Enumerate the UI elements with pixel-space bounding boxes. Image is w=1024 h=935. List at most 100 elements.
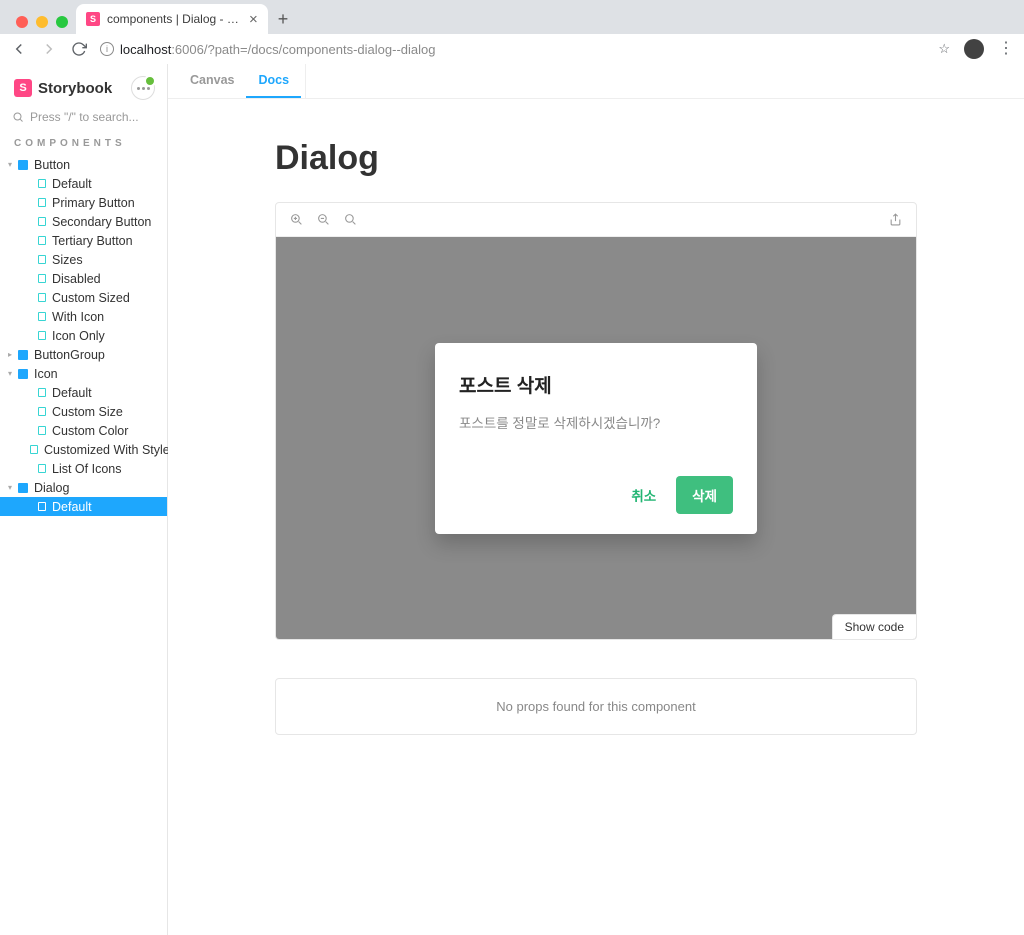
story-icon — [38, 464, 46, 473]
doc-scroll[interactable]: Dialog 포스트 삭제 포스트를 정말로 삭제하시겠습니까? — [168, 99, 1024, 935]
expand-icon: ▾ — [8, 369, 16, 378]
story-icon — [38, 236, 46, 245]
sidebar-item-icon-only[interactable]: Icon Only — [0, 326, 167, 345]
site-info-icon[interactable]: i — [100, 42, 114, 56]
search-input[interactable]: Press "/" to search... — [12, 110, 155, 124]
url-field[interactable]: i localhost:6006/?path=/docs/components-… — [100, 42, 926, 57]
brand-name: Storybook — [38, 80, 112, 97]
sidebar-item-dialog[interactable]: ▾ Dialog — [0, 478, 167, 497]
url-host: localhost — [120, 42, 171, 57]
sidebar-item-label: Button — [34, 158, 70, 172]
open-external-icon[interactable] — [889, 213, 902, 226]
search-icon — [12, 111, 24, 123]
doc-content: Dialog 포스트 삭제 포스트를 정말로 삭제하시겠습니까? — [275, 139, 917, 735]
sidebar: S Storybook Press "/" to search... COMPO… — [0, 64, 168, 935]
dialog-actions: 취소 삭제 — [459, 476, 733, 514]
sidebar-item-label: Icon — [34, 367, 58, 381]
close-window-button[interactable] — [16, 16, 28, 28]
component-icon — [18, 350, 28, 360]
reload-button[interactable] — [70, 40, 88, 58]
back-button[interactable] — [10, 40, 28, 58]
tabs-divider — [305, 64, 306, 98]
sidebar-item-label: Icon Only — [52, 329, 105, 343]
close-tab-icon[interactable]: × — [249, 12, 258, 27]
brand-logo[interactable]: S Storybook — [14, 79, 112, 97]
sidebar-header: S Storybook — [0, 76, 167, 110]
sidebar-item-custom-color[interactable]: Custom Color — [0, 421, 167, 440]
browser-chrome: S components | Dialog - Dialog × + i loc… — [0, 0, 1024, 64]
sidebar-item-default[interactable]: Default — [0, 174, 167, 193]
minimize-window-button[interactable] — [36, 16, 48, 28]
cancel-button[interactable]: 취소 — [625, 476, 662, 514]
story-icon — [38, 217, 46, 226]
preview-card: 포스트 삭제 포스트를 정말로 삭제하시겠습니까? 취소 삭제 Show cod… — [275, 202, 917, 640]
story-icon — [38, 502, 46, 511]
story-icon — [38, 407, 46, 416]
dialog: 포스트 삭제 포스트를 정말로 삭제하시겠습니까? 취소 삭제 — [435, 343, 757, 534]
sidebar-item-primary-button[interactable]: Primary Button — [0, 193, 167, 212]
story-icon — [30, 445, 38, 454]
story-icon — [38, 331, 46, 340]
sidebar-item-list-of-icons[interactable]: List Of Icons — [0, 459, 167, 478]
sidebar-item-label: Custom Sized — [52, 291, 130, 305]
sidebar-section-label: COMPONENTS — [0, 138, 167, 155]
browser-tab[interactable]: S components | Dialog - Dialog × — [76, 4, 268, 34]
zoom-out-icon[interactable] — [317, 213, 330, 226]
props-panel: No props found for this component — [275, 678, 917, 735]
story-icon — [38, 293, 46, 302]
sidebar-item-disabled[interactable]: Disabled — [0, 269, 167, 288]
sidebar-item-with-icon[interactable]: With Icon — [0, 307, 167, 326]
new-tab-button[interactable]: + — [268, 9, 299, 34]
bookmark-icon[interactable]: ☆ — [938, 41, 950, 57]
component-icon — [18, 483, 28, 493]
expand-icon: ▸ — [8, 350, 16, 359]
sidebar-item-label: Custom Color — [52, 424, 128, 438]
sidebar-item-custom-size[interactable]: Custom Size — [0, 402, 167, 421]
sidebar-item-buttongroup[interactable]: ▸ ButtonGroup — [0, 345, 167, 364]
story-icon — [38, 274, 46, 283]
sidebar-item-label: Secondary Button — [52, 215, 151, 229]
sidebar-item-label: Default — [52, 386, 92, 400]
address-bar: i localhost:6006/?path=/docs/components-… — [0, 34, 1024, 64]
sidebar-item-label: Sizes — [52, 253, 83, 267]
sidebar-item-sizes[interactable]: Sizes — [0, 250, 167, 269]
sidebar-item-label: Primary Button — [52, 196, 135, 210]
forward-button[interactable] — [40, 40, 58, 58]
main: Canvas Docs Dialog 포스트 삭제 — [168, 64, 1024, 935]
url-port: :6006 — [171, 42, 204, 57]
maximize-window-button[interactable] — [56, 16, 68, 28]
zoom-reset-icon[interactable] — [344, 213, 357, 226]
sidebar-item-default[interactable]: Default — [0, 497, 167, 516]
sidebar-item-label: ButtonGroup — [34, 348, 105, 362]
sidebar-item-customized-with-style[interactable]: Customized With Style — [0, 440, 167, 459]
story-icon — [38, 179, 46, 188]
sidebar-item-secondary-button[interactable]: Secondary Button — [0, 212, 167, 231]
sidebar-item-label: List Of Icons — [52, 462, 121, 476]
sidebar-item-label: Custom Size — [52, 405, 123, 419]
sidebar-item-label: Disabled — [52, 272, 101, 286]
sidebar-menu-button[interactable] — [131, 76, 155, 100]
no-props-message: No props found for this component — [496, 699, 695, 714]
zoom-in-icon[interactable] — [290, 213, 303, 226]
sidebar-item-label: Default — [52, 500, 92, 514]
dialog-body: 포스트를 정말로 삭제하시겠습니까? — [459, 412, 733, 432]
app: S Storybook Press "/" to search... COMPO… — [0, 64, 1024, 935]
component-icon — [18, 160, 28, 170]
sidebar-item-default[interactable]: Default — [0, 383, 167, 402]
show-code-button[interactable]: Show code — [832, 614, 916, 639]
story-icon — [38, 388, 46, 397]
sidebar-item-icon[interactable]: ▾ Icon — [0, 364, 167, 383]
sidebar-item-label: Tertiary Button — [52, 234, 133, 248]
sidebar-item-label: With Icon — [52, 310, 104, 324]
confirm-button[interactable]: 삭제 — [676, 476, 733, 514]
sidebar-item-label: Dialog — [34, 481, 69, 495]
expand-icon: ▾ — [8, 483, 16, 492]
sidebar-item-tertiary-button[interactable]: Tertiary Button — [0, 231, 167, 250]
browser-menu-icon[interactable]: ⋮ — [998, 41, 1014, 57]
tab-canvas[interactable]: Canvas — [178, 64, 246, 98]
sidebar-item-custom-sized[interactable]: Custom Sized — [0, 288, 167, 307]
story-icon — [38, 198, 46, 207]
sidebar-item-button[interactable]: ▾Button — [0, 155, 167, 174]
tab-docs[interactable]: Docs — [246, 64, 301, 98]
profile-avatar[interactable] — [964, 39, 984, 59]
